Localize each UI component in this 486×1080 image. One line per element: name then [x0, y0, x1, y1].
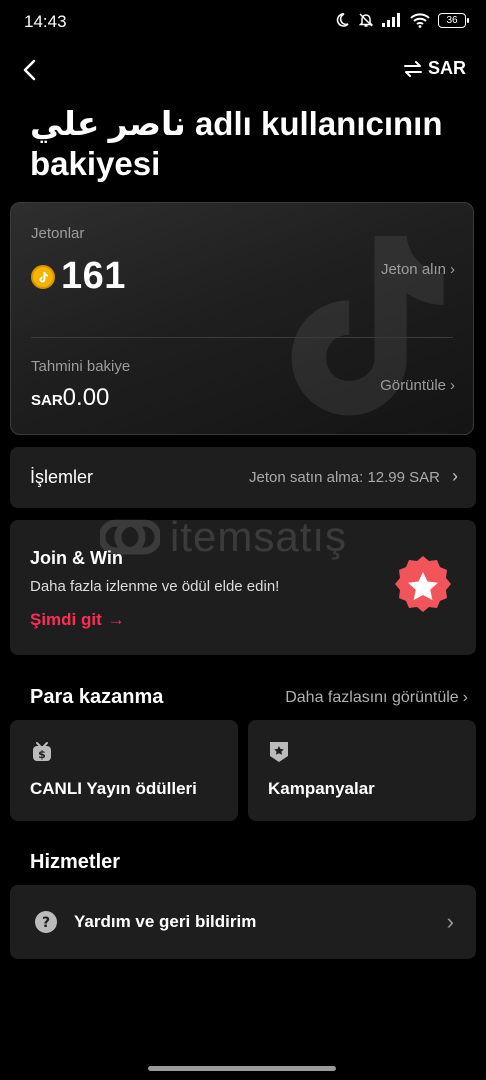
transactions-detail: Jeton satın alma: 12.99 SAR	[249, 469, 440, 486]
brand-watermark-text: itemsatış	[170, 513, 348, 560]
chevron-right-icon: ›	[462, 689, 468, 706]
signal-icon	[382, 13, 400, 27]
help-label: Yardım ve geri bildirim	[74, 912, 257, 931]
get-coins-label: Jeton alın	[380, 261, 446, 278]
svg-text:?: ?	[42, 915, 50, 931]
swap-icon	[403, 60, 422, 77]
campaigns-label: Kampanyalar	[268, 779, 375, 798]
tiktok-logo-watermark-icon	[291, 236, 444, 416]
get-coins-link[interactable]: Jeton alın ›	[381, 261, 455, 278]
home-indicator[interactable]	[148, 1066, 336, 1071]
campaign-badge-icon	[270, 742, 288, 762]
chevron-right-icon: ›	[450, 261, 455, 278]
brand-logo-icon	[100, 519, 160, 555]
currency-switch-button[interactable]: SAR	[403, 58, 466, 79]
see-more-link[interactable]: Daha fazlasını görüntüle ›	[285, 689, 468, 707]
chevron-right-icon: ›	[446, 909, 454, 934]
battery-icon: 36	[438, 12, 469, 28]
svg-text:$: $	[38, 748, 46, 761]
muted-bell-icon	[358, 13, 374, 27]
balance-amount: 0.00	[62, 384, 110, 411]
balance-card: Jetonlar 161 Jeton alın › Tahmini bakiye…	[10, 202, 474, 435]
join-win-cta-button[interactable]: Şimdi git →	[30, 610, 125, 630]
estimated-balance-value: SAR 0.00	[31, 384, 109, 412]
view-label: Görüntüle	[380, 377, 446, 394]
status-icons: 36	[334, 12, 469, 28]
help-icon: ?	[35, 911, 57, 933]
join-win-subtitle: Daha fazla izlenme ve ödül elde edin!	[30, 578, 280, 595]
star-badge-icon	[395, 556, 451, 612]
coin-value: 161	[61, 255, 126, 297]
back-arrow-icon[interactable]	[16, 56, 44, 84]
moon-icon	[336, 13, 349, 27]
services-title: Hizmetler	[30, 851, 121, 873]
estimated-balance-label: Tahmini bakiye	[31, 358, 131, 375]
transactions-label: İşlemler	[30, 467, 94, 487]
arrow-right-icon: →	[107, 610, 125, 629]
help-feedback-row[interactable]: ? Yardım ve geri bildirim ›	[10, 885, 476, 959]
campaigns-tile[interactable]: Kampanyalar	[248, 720, 476, 821]
monetization-title: Para kazanma	[30, 686, 164, 708]
coin-balance: 161	[31, 255, 126, 298]
transactions-row[interactable]: İşlemler Jeton satın alma: 12.99 SAR ›	[10, 447, 476, 508]
coins-label: Jetonlar	[31, 225, 85, 242]
currency-label: SAR	[427, 58, 466, 78]
see-more-label: Daha fazlasını görüntüle	[285, 689, 459, 706]
live-rewards-label: CANLI Yayın ödülleri	[30, 779, 197, 798]
coin-icon	[31, 264, 55, 289]
status-time: 14:43	[24, 12, 67, 31]
brand-watermark: itemsatış	[100, 513, 347, 561]
page-title: ناصر علي adlı kullanıcının bakiyesi	[30, 105, 443, 182]
live-rewards-tile[interactable]: $ CANLI Yayın ödülleri	[10, 720, 238, 821]
cta-label: Şimdi git	[30, 610, 102, 629]
chevron-right-icon: ›	[450, 377, 455, 394]
wifi-icon	[410, 12, 430, 28]
currency-prefix: SAR	[31, 392, 63, 409]
chevron-right-icon: ›	[452, 466, 458, 486]
live-gift-icon: $	[33, 742, 51, 761]
divider	[31, 337, 453, 338]
view-balance-link[interactable]: Görüntüle ›	[380, 377, 455, 394]
